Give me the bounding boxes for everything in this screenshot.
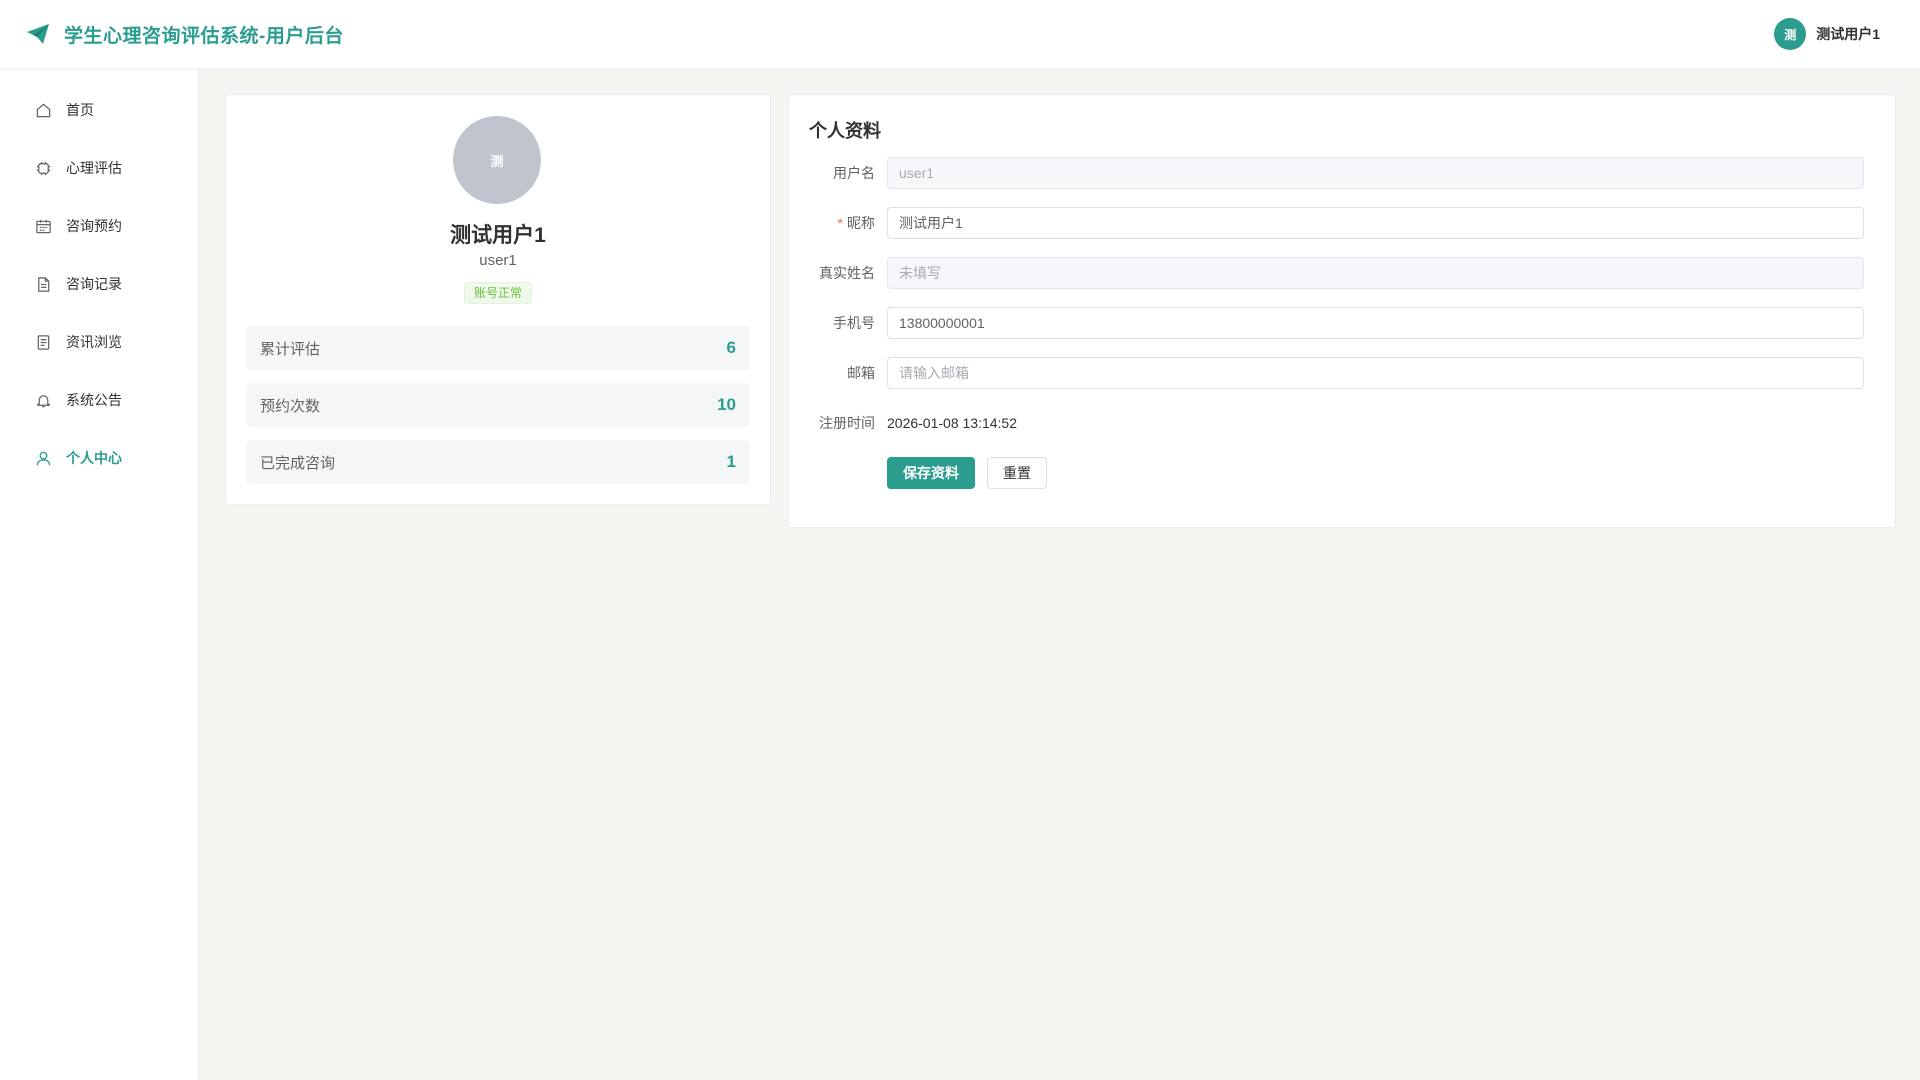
regtime-label: 注册时间 — [819, 415, 875, 431]
form-row-regtime: 注册时间 2026-01-08 13:14:52 — [789, 407, 1895, 439]
phone-label: 手机号 — [833, 315, 875, 331]
brand: 学生心理咨询评估系统-用户后台 — [26, 21, 344, 48]
sidebar-item-assessment[interactable]: 心理评估 — [0, 139, 198, 197]
sidebar-item-label: 资讯浏览 — [66, 334, 122, 350]
chip-icon — [34, 159, 52, 177]
save-button[interactable]: 保存资料 — [887, 457, 975, 489]
stat-total-assessments: 累计评估 6 — [246, 326, 750, 370]
form-row-email: 邮箱 — [789, 357, 1895, 389]
sidebar-item-appointment[interactable]: 咨询预约 — [0, 197, 198, 255]
regtime-value: 2026-01-08 13:14:52 — [887, 415, 1017, 431]
user-menu[interactable]: 测 测试用户1 — [1774, 18, 1880, 50]
sidebar-item-label: 心理评估 — [66, 160, 122, 176]
reset-button[interactable]: 重置 — [987, 457, 1047, 489]
document-icon — [34, 275, 52, 293]
stat-value: 6 — [726, 338, 736, 357]
form-row-phone: 手机号 — [789, 307, 1895, 339]
email-field[interactable] — [887, 357, 1864, 389]
stat-appointments: 预约次数 10 — [246, 383, 750, 427]
required-mark: * — [837, 215, 843, 231]
sidebar-item-label: 咨询预约 — [66, 218, 122, 234]
profile-form-card: 个人资料 用户名 *昵称 真实姓名 手机号 邮箱 注册时间 2026-01-08… — [788, 94, 1896, 528]
stat-completed-consultations: 已完成咨询 1 — [246, 440, 750, 484]
realname-label: 真实姓名 — [819, 265, 875, 281]
sidebar-item-home[interactable]: 首页 — [0, 81, 198, 139]
avatar: 测 — [453, 116, 541, 204]
nickname-field[interactable] — [887, 207, 1864, 239]
sidebar-item-label: 个人中心 — [66, 450, 122, 466]
form-row-realname: 真实姓名 — [789, 257, 1895, 289]
stat-label: 已完成咨询 — [260, 454, 336, 472]
profile-card: 测 测试用户1 user1 账号正常 累计评估 6 预约次数 10 已完成咨询 … — [225, 94, 771, 505]
nickname-label-text: 昵称 — [847, 215, 875, 231]
notes-icon — [34, 333, 52, 351]
nickname-label: * 昵称 — [789, 213, 887, 233]
form-title: 个人资料 — [809, 121, 881, 141]
email-label: 邮箱 — [847, 365, 875, 381]
sidebar-item-announcements[interactable]: 系统公告 — [0, 371, 198, 429]
sidebar-item-label: 首页 — [66, 102, 94, 118]
paper-plane-icon — [26, 22, 50, 46]
username-label: 用户名 — [833, 165, 875, 181]
stat-value: 10 — [717, 395, 736, 414]
form-row-nickname: * 昵称 — [789, 207, 1895, 239]
realname-field[interactable] — [887, 257, 1864, 289]
stat-label: 累计评估 — [260, 340, 321, 358]
sidebar-item-profile[interactable]: 个人中心 — [0, 429, 198, 487]
username-field[interactable] — [887, 157, 1864, 189]
form-row-username: 用户名 — [789, 157, 1895, 189]
profile-nickname: 测试用户1 — [450, 224, 546, 247]
sidebar: 首页 心理评估 咨询预约 咨询记录 资讯浏览 系统公告 个人中心 — [0, 69, 199, 1080]
sidebar-item-records[interactable]: 咨询记录 — [0, 255, 198, 313]
phone-field[interactable] — [887, 307, 1864, 339]
bell-icon — [34, 391, 52, 409]
home-icon — [34, 101, 52, 119]
sidebar-item-news[interactable]: 资讯浏览 — [0, 313, 198, 371]
stat-label: 预约次数 — [260, 397, 321, 415]
form-actions: 保存资料 重置 — [789, 457, 1895, 489]
app-title: 学生心理咨询评估系统-用户后台 — [64, 25, 344, 47]
calendar-icon — [34, 217, 52, 235]
sidebar-item-label: 系统公告 — [66, 392, 122, 408]
user-name: 测试用户1 — [1816, 26, 1880, 42]
sidebar-item-label: 咨询记录 — [66, 276, 122, 292]
top-header: 学生心理咨询评估系统-用户后台 测 测试用户1 — [0, 0, 1920, 69]
stat-value: 1 — [726, 452, 736, 471]
avatar: 测 — [1774, 18, 1807, 50]
profile-username: user1 — [479, 252, 517, 269]
status-badge: 账号正常 — [464, 282, 533, 304]
user-icon — [34, 449, 52, 467]
